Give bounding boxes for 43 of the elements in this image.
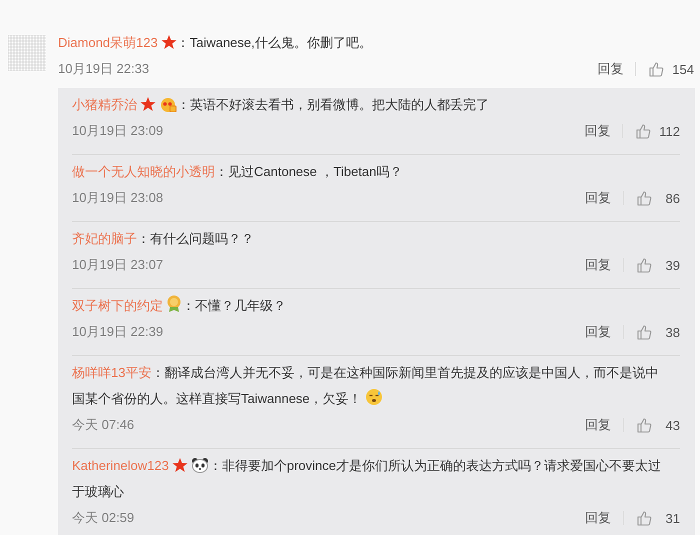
face-icon (159, 96, 177, 112)
like-button[interactable]: 86 (636, 190, 680, 206)
comment-text: 双子树下的约定 ：不懂？几年级？ (72, 293, 680, 319)
timestamp: 10月19日 22:33 (58, 60, 150, 78)
sweating-face-icon (364, 388, 383, 406)
comment-text: Katherinelow123 ：非得要加个province才是你们所认为正确的表达方式吗？请求爱国心不要太过于玻璃心 (72, 456, 662, 501)
timestamp: 10月19日 23:07 (72, 256, 164, 274)
like-button[interactable]: 112 (635, 123, 680, 139)
timestamp: 10月19日 22:39 (72, 323, 164, 341)
comment-text: 小猪精乔治 ：英语不好滚去看书，别看微博。把大陆的人都丢完了 (72, 95, 490, 114)
timestamp: 10月19日 23:08 (72, 189, 164, 207)
timestamp: 10月19日 23:09 (72, 122, 164, 140)
like-button[interactable]: 31 (636, 510, 680, 526)
star-icon (172, 457, 188, 473)
star-icon (160, 34, 177, 50)
reply-link[interactable]: 回复 (584, 122, 610, 140)
thumbs-up-icon (636, 510, 652, 526)
thumbs-up-icon (636, 257, 652, 273)
thumbs-up-icon (635, 123, 652, 139)
reply-link[interactable]: 回复 (585, 189, 611, 207)
reply-link[interactable]: 回复 (585, 323, 611, 341)
reply-link[interactable]: 回复 (597, 60, 624, 78)
like-button[interactable]: 154 (648, 61, 694, 77)
avatar-icon (8, 35, 46, 71)
thumbs-up-icon (636, 417, 652, 433)
like-button[interactable]: 43 (636, 417, 680, 433)
thumbs-up-icon (636, 190, 652, 206)
reply-link[interactable]: 回复 (585, 509, 611, 527)
medal-icon (166, 295, 182, 313)
reply-link[interactable]: 回复 (585, 256, 611, 274)
like-button[interactable]: 39 (636, 257, 680, 273)
comment-text: 杨咩咩13平安：翻译成台湾人并无不妥，可是在这种国际新闻里首先提及的应该是中国人，而不是说中国某个省份的人。这样直接写Taiwannese，欠妥！ (72, 364, 660, 408)
comment-text: Diamond呆萌123 ：Taiwanese,什么鬼。你删了吧。 (58, 33, 373, 52)
timestamp: 今天 02:59 (72, 509, 134, 527)
timestamp: 今天 07:46 (72, 416, 134, 434)
star-icon (140, 96, 156, 112)
comment-text: 齐妃的脑子：有什么问题吗？？ (72, 230, 255, 248)
thumbs-up-icon (636, 324, 652, 340)
panda-icon (190, 457, 209, 473)
thumbs-up-icon (648, 61, 664, 77)
like-button[interactable]: 38 (636, 324, 680, 340)
comment-text: 做一个无人知晓的小透明：见过Cantonese ，Tibetan吗？ (72, 163, 404, 181)
reply-link[interactable]: 回复 (585, 416, 611, 434)
